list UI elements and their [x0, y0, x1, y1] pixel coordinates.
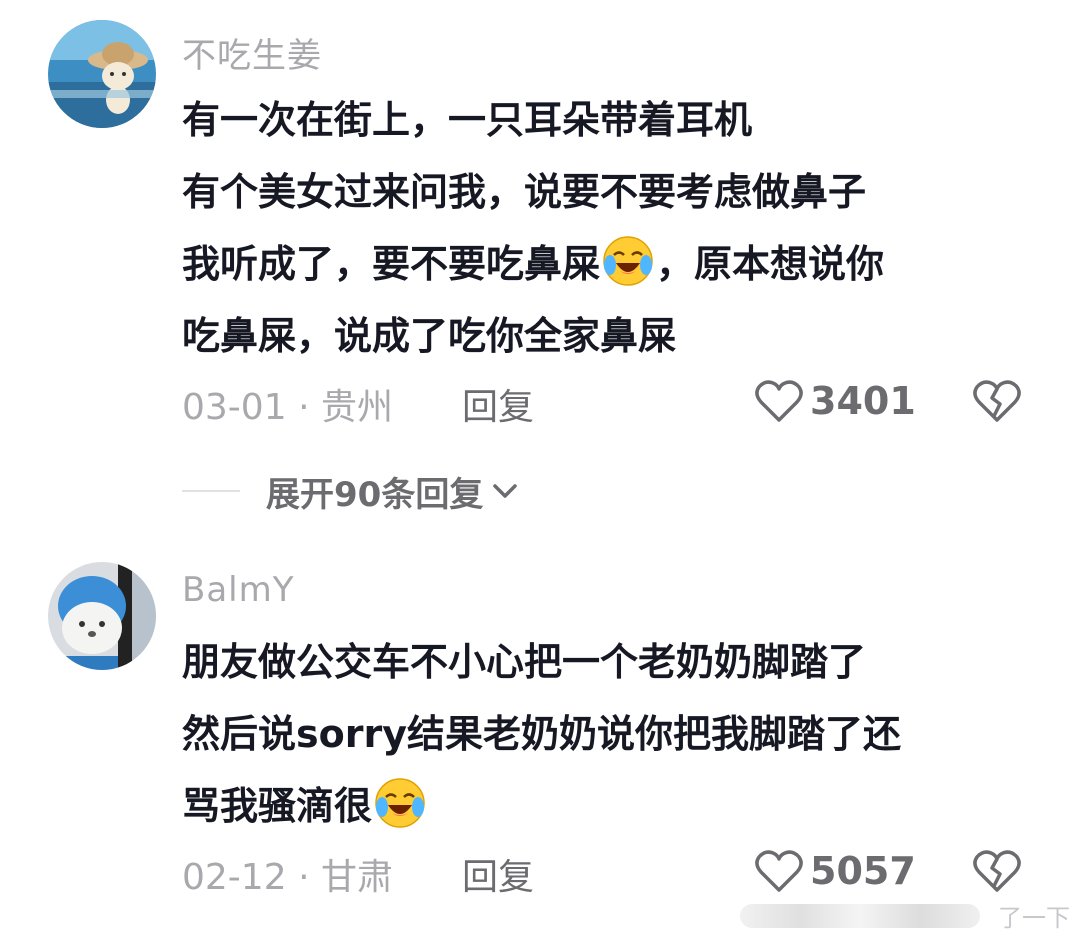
divider-line — [182, 490, 240, 492]
watermark-text: 了一下 — [998, 904, 1070, 932]
username[interactable]: 不吃生姜 — [182, 28, 322, 77]
expand-replies-label: 展开90条回复 — [266, 474, 484, 515]
comment-line: 吃鼻屎，说成了吃你全家鼻屎 — [182, 300, 884, 372]
avatar-image — [48, 562, 156, 670]
comment-location: 甘肃 — [320, 857, 393, 898]
comment-meta: 03-01 · 贵州 回复 3401 — [182, 378, 1032, 428]
like-count: 5057 — [810, 849, 916, 893]
comment-text: 有个美女过来问我，说要不要考虑做鼻子 — [182, 170, 867, 214]
comment-line: 有个美女过来问我，说要不要考虑做鼻子 — [182, 156, 884, 228]
comment-line: 然后说sorry结果老奶奶说你把我脚踏了还 — [182, 698, 901, 770]
like-button[interactable]: 3401 — [754, 378, 916, 424]
reply-button[interactable]: 回复 — [462, 848, 534, 900]
like-count: 3401 — [810, 379, 916, 423]
heart-outline-icon — [755, 850, 803, 892]
chevron-down-icon — [493, 484, 518, 498]
comment-date: 03-01 — [182, 387, 287, 428]
watermark-bar — [740, 904, 980, 928]
comment-line: 有一次在街上，一只耳朵带着耳机 — [182, 84, 884, 156]
avatar[interactable] — [48, 20, 156, 128]
avatar[interactable] — [48, 562, 156, 670]
broken-heart-icon[interactable] — [972, 848, 1022, 894]
comment-text: 然后说sorry结果老奶奶说你把我脚踏了还 — [182, 712, 901, 756]
comment-location: 贵州 — [320, 387, 393, 428]
comment-text: 我听成了，要不要吃鼻屎 — [182, 242, 601, 286]
comment-text: 吃鼻屎，说成了吃你全家鼻屎 — [182, 314, 677, 358]
heart-outline-icon — [755, 380, 803, 422]
comment-line: 骂我骚滴很 — [182, 770, 901, 842]
comment-text: 骂我骚滴很 — [182, 784, 373, 828]
username[interactable]: BalmY — [182, 570, 295, 610]
comment-date: 02-12 — [182, 857, 287, 898]
like-button[interactable]: 5057 — [754, 848, 916, 894]
crying-laughing-emoji-icon — [603, 236, 653, 286]
comment-meta: 02-12 · 甘肃 回复 5057 — [182, 848, 1032, 898]
comment-text: ，原本想说你 — [656, 242, 885, 286]
reply-button[interactable]: 回复 — [462, 378, 534, 430]
comment-body: 有一次在街上，一只耳朵带着耳机 有个美女过来问我，说要不要考虑做鼻子 我听成了，… — [182, 84, 884, 372]
comment-line: 我听成了，要不要吃鼻屎 ，原本想说你 — [182, 228, 884, 300]
avatar-image — [48, 20, 156, 128]
broken-heart-icon[interactable] — [972, 378, 1022, 424]
comment-body: 朋友做公交车不小心把一个老奶奶脚踏了 然后说sorry结果老奶奶说你把我脚踏了还… — [182, 626, 901, 842]
separator-dot: · — [298, 857, 321, 898]
comment-line: 朋友做公交车不小心把一个老奶奶脚踏了 — [182, 626, 901, 698]
crying-laughing-emoji-icon — [375, 778, 425, 828]
date-location: 03-01 · 贵州 — [182, 378, 393, 430]
comment-text: 朋友做公交车不小心把一个老奶奶脚踏了 — [182, 640, 867, 684]
expand-replies-button[interactable]: 展开90条回复 — [182, 466, 521, 516]
separator-dot: · — [298, 387, 321, 428]
comment-text: 有一次在街上，一只耳朵带着耳机 — [182, 98, 753, 142]
date-location: 02-12 · 甘肃 — [182, 848, 393, 900]
